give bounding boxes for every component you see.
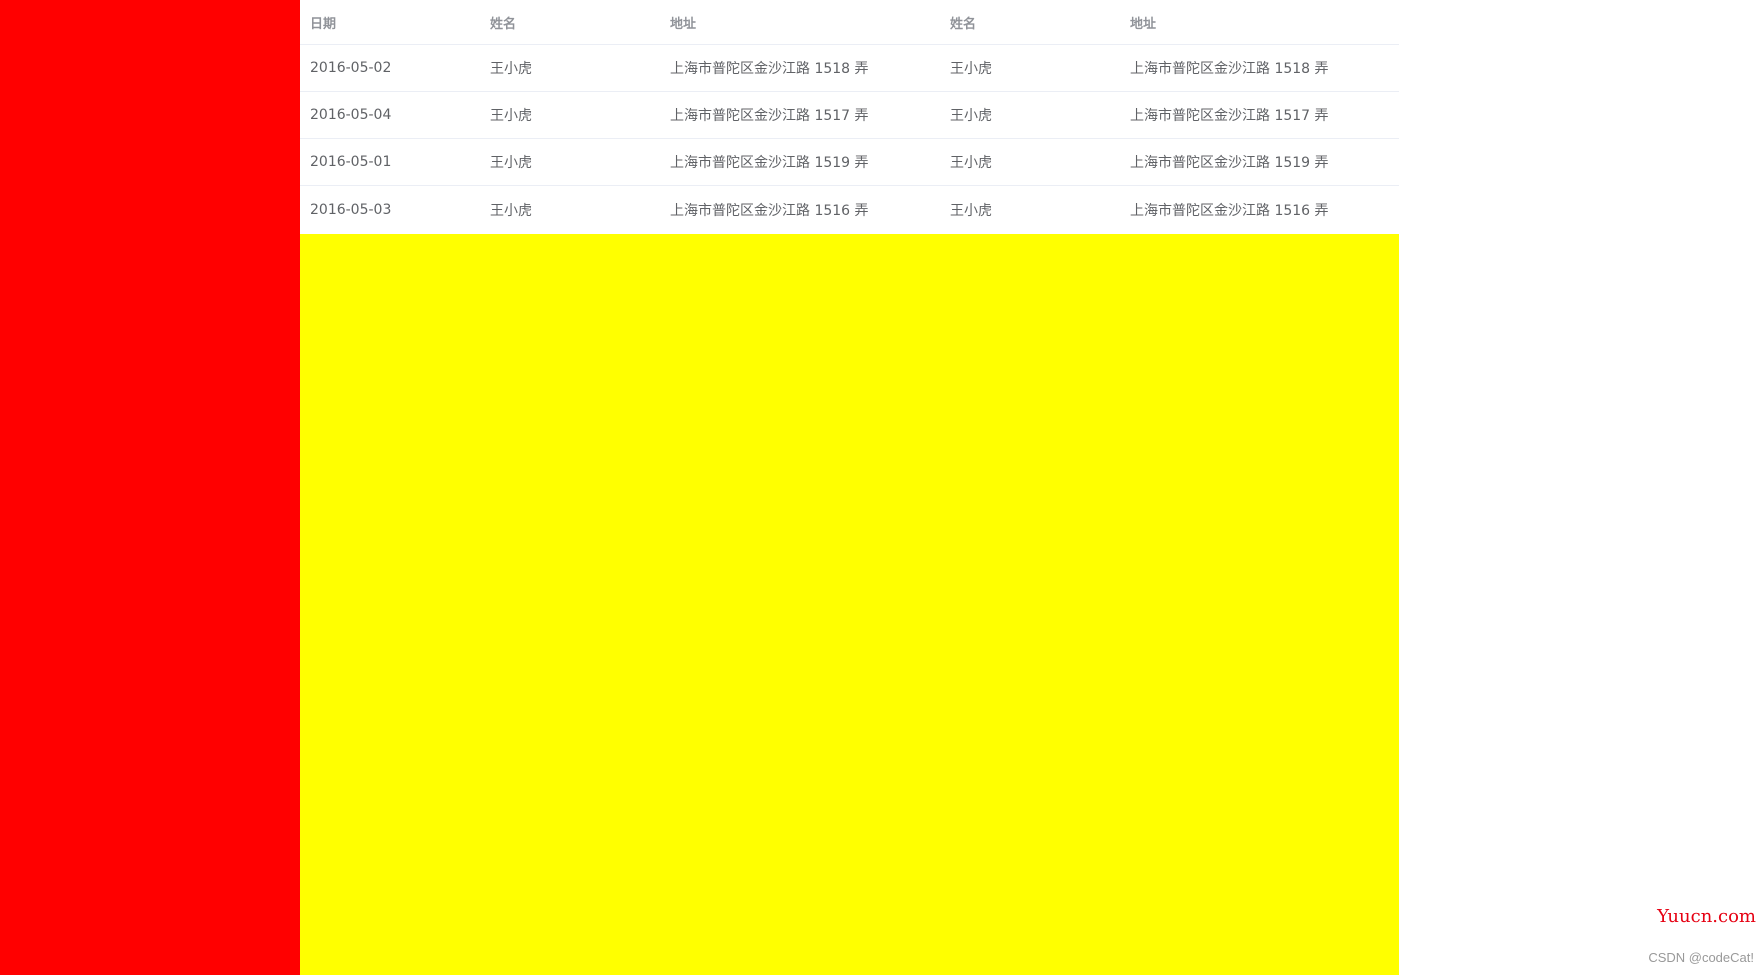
column-header-date[interactable]: 日期 — [310, 0, 336, 44]
cell-name: 王小虎 — [490, 108, 532, 124]
cell-address-2: 上海市普陀区金沙江路 1518 弄 — [1130, 61, 1329, 77]
table-row[interactable]: 2016-05-02 王小虎 上海市普陀区金沙江路 1518 弄 王小虎 上海市… — [300, 45, 1399, 92]
cell-name: 王小虎 — [490, 155, 532, 171]
sidebar-panel — [0, 0, 300, 975]
column-header-name-2[interactable]: 姓名 — [950, 0, 976, 44]
cell-name: 王小虎 — [490, 203, 532, 219]
cell-name-2: 王小虎 — [950, 108, 992, 124]
column-header-name[interactable]: 姓名 — [490, 0, 516, 44]
table-row[interactable]: 2016-05-01 王小虎 上海市普陀区金沙江路 1519 弄 王小虎 上海市… — [300, 139, 1399, 186]
cell-name: 王小虎 — [490, 61, 532, 77]
cell-address-2: 上海市普陀区金沙江路 1516 弄 — [1130, 203, 1329, 219]
watermark-csdn: CSDN @codeCat! — [1648, 950, 1754, 965]
cell-date: 2016-05-02 — [310, 60, 392, 76]
watermark-logo: Yuucn.com — [1657, 906, 1756, 927]
cell-date: 2016-05-03 — [310, 202, 392, 218]
cell-address-2: 上海市普陀区金沙江路 1519 弄 — [1130, 155, 1329, 171]
cell-name-2: 王小虎 — [950, 61, 992, 77]
main-panel: 日期 姓名 地址 姓名 地址 2016-05-02 王小虎 上海市普陀区金沙江路… — [300, 0, 1399, 975]
cell-address: 上海市普陀区金沙江路 1517 弄 — [670, 108, 869, 124]
column-header-address-2[interactable]: 地址 — [1130, 0, 1156, 44]
cell-address: 上海市普陀区金沙江路 1519 弄 — [670, 155, 869, 171]
table-header-row: 日期 姓名 地址 姓名 地址 — [300, 0, 1399, 45]
column-header-address[interactable]: 地址 — [670, 0, 696, 44]
data-table: 日期 姓名 地址 姓名 地址 2016-05-02 王小虎 上海市普陀区金沙江路… — [300, 0, 1399, 234]
cell-address: 上海市普陀区金沙江路 1516 弄 — [670, 203, 869, 219]
cell-date: 2016-05-04 — [310, 107, 392, 123]
page: 日期 姓名 地址 姓名 地址 2016-05-02 王小虎 上海市普陀区金沙江路… — [0, 0, 1756, 975]
cell-name-2: 王小虎 — [950, 155, 992, 171]
cell-address: 上海市普陀区金沙江路 1518 弄 — [670, 61, 869, 77]
cell-name-2: 王小虎 — [950, 203, 992, 219]
cell-date: 2016-05-01 — [310, 154, 392, 170]
table-row[interactable]: 2016-05-03 王小虎 上海市普陀区金沙江路 1516 弄 王小虎 上海市… — [300, 186, 1399, 234]
cell-address-2: 上海市普陀区金沙江路 1517 弄 — [1130, 108, 1329, 124]
table-row[interactable]: 2016-05-04 王小虎 上海市普陀区金沙江路 1517 弄 王小虎 上海市… — [300, 92, 1399, 139]
